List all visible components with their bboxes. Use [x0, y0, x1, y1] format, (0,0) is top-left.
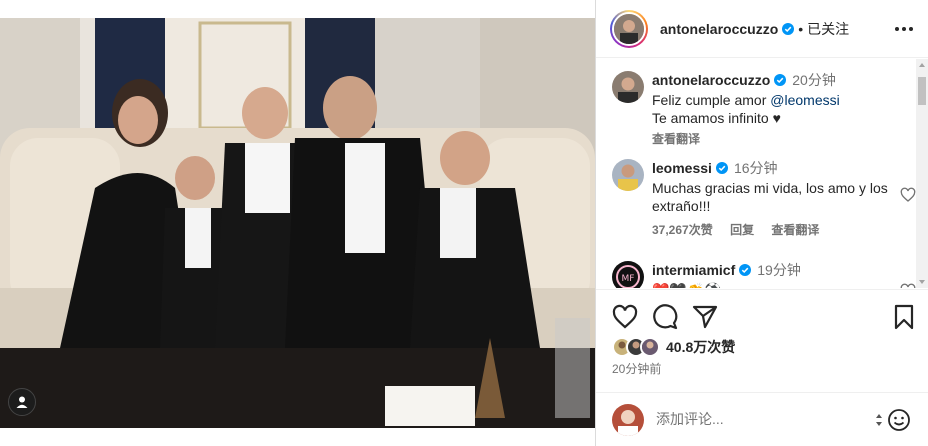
separator-dot: • — [798, 20, 804, 37]
comment-time: 19分钟 — [757, 262, 801, 278]
add-comment-bar — [596, 392, 928, 446]
scroll-up-arrow-icon[interactable] — [919, 63, 925, 67]
more-horizontal-icon[interactable] — [895, 21, 913, 37]
verified-badge-icon — [715, 162, 728, 174]
comment-text: Feliz cumple amor — [652, 92, 771, 108]
author-avatar — [612, 11, 646, 46]
comment-username[interactable]: intermiamicf — [652, 262, 735, 278]
verified-badge-icon — [774, 74, 787, 86]
scrollbar-thumb[interactable] — [918, 77, 926, 105]
comment-text-line2: Te amamos infinito ♥ — [652, 110, 781, 126]
comment-heart-icon[interactable] — [900, 187, 916, 203]
see-translation-link[interactable]: 查看翻译 — [771, 223, 819, 237]
bookmark-icon[interactable] — [891, 304, 917, 330]
author-avatar-ring[interactable] — [610, 9, 648, 48]
paper-plane-icon[interactable] — [692, 304, 718, 330]
commenter-avatar[interactable] — [612, 159, 644, 191]
liker-avatar — [640, 337, 660, 357]
see-translation-link[interactable]: 查看翻译 — [652, 130, 892, 148]
comment-text: ❤️🖤👏⚽ — [652, 281, 892, 288]
viewer-avatar — [612, 404, 644, 436]
svg-text:MF: MF — [622, 274, 635, 284]
family-photo-illustration — [0, 18, 595, 428]
post-photo[interactable] — [0, 18, 595, 428]
user-tag-icon[interactable] — [8, 388, 36, 416]
comment-heart-icon[interactable] — [900, 283, 916, 288]
comment-likes-count[interactable]: 37,267次赞 — [652, 223, 713, 237]
verified-badge-icon — [782, 22, 795, 35]
comment-time: 20分钟 — [792, 72, 836, 88]
post-timestamp[interactable]: 20分钟前 — [612, 360, 661, 377]
commenter-avatar[interactable] — [612, 71, 644, 103]
following-button[interactable]: 已关注 — [807, 19, 849, 39]
post-details-panel: antonelaroccuzzo • 已关注 antonelaroccuzzo 2… — [595, 0, 928, 446]
reply-button[interactable]: 回复 — [730, 223, 754, 237]
comments-scrollbar[interactable] — [916, 59, 928, 288]
comment-username[interactable]: antonelaroccuzzo — [652, 72, 770, 88]
comment-username[interactable]: leomessi — [652, 160, 712, 176]
comment-input[interactable] — [656, 411, 856, 427]
likes-count[interactable]: 40.8万次赞 — [666, 337, 735, 357]
commenter-avatar[interactable]: MF — [612, 261, 644, 288]
smiley-icon[interactable] — [887, 408, 911, 432]
comments-list: antonelaroccuzzo 20分钟 Feliz cumple amor @… — [596, 59, 928, 288]
scroll-down-arrow-icon[interactable] — [919, 280, 925, 284]
mention-link[interactable]: @leomessi — [770, 92, 839, 108]
likes-summary[interactable]: 40.8万次赞 — [612, 337, 735, 357]
heart-icon[interactable] — [612, 304, 638, 330]
post-header: antonelaroccuzzo • 已关注 — [596, 0, 928, 58]
comment-meta: 37,267次赞 回复 查看翻译 — [652, 221, 892, 239]
comment-text: Muchas gracias mi vida, los amo y los ex… — [652, 180, 888, 214]
comment-bubble-icon[interactable] — [652, 304, 678, 330]
verified-badge-icon — [739, 264, 752, 276]
author-username[interactable]: antonelaroccuzzo — [660, 21, 778, 37]
comment-time: 16分钟 — [733, 160, 778, 176]
spinner-arrows-icon — [876, 414, 882, 426]
instagram-post-view: antonelaroccuzzo • 已关注 antonelaroccuzzo 2… — [0, 0, 928, 446]
